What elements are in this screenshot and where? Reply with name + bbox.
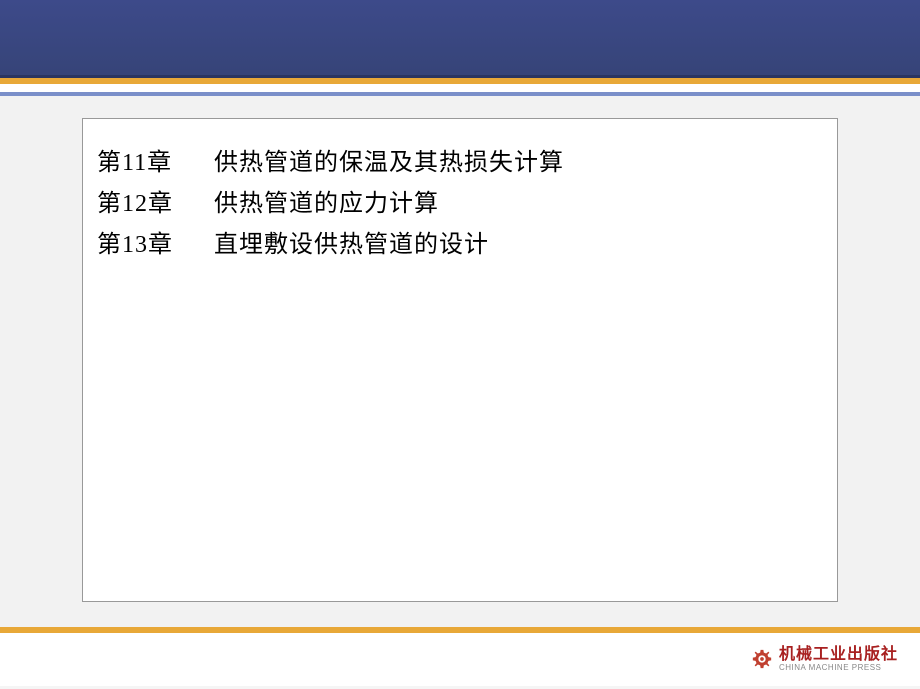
chapter-title: 供热管道的应力计算 [214, 191, 439, 217]
chapter-label: 第12章 [97, 184, 207, 225]
slide-body: 第11章 供热管道的保温及其热损失计算 第12章 供热管道的应力计算 第13章 … [0, 96, 920, 627]
chapter-title: 直埋敷设供热管道的设计 [214, 232, 489, 258]
chapter-row: 第12章 供热管道的应力计算 [97, 184, 823, 225]
divider-gap [0, 84, 920, 92]
chapter-label: 第11章 [97, 143, 207, 184]
footer: 机械工业出版社 CHINA MACHINE PRESS [0, 633, 920, 686]
publisher-name-en: CHINA MACHINE PRESS [779, 664, 898, 673]
content-box: 第11章 供热管道的保温及其热损失计算 第12章 供热管道的应力计算 第13章 … [82, 118, 838, 602]
chapter-row: 第11章 供热管道的保温及其热损失计算 [97, 143, 823, 184]
header-bar [0, 0, 920, 78]
chapter-label: 第13章 [97, 225, 207, 266]
publisher-text: 机械工业出版社 CHINA MACHINE PRESS [779, 646, 898, 672]
publisher-name-cn: 机械工业出版社 [779, 646, 898, 664]
chapter-row: 第13章 直埋敷设供热管道的设计 [97, 225, 823, 266]
publisher-logo: 机械工业出版社 CHINA MACHINE PRESS [751, 646, 898, 672]
chapter-title: 供热管道的保温及其热损失计算 [214, 150, 564, 176]
slide-container: 第11章 供热管道的保温及其热损失计算 第12章 供热管道的应力计算 第13章 … [0, 0, 920, 689]
gear-icon [751, 648, 773, 670]
